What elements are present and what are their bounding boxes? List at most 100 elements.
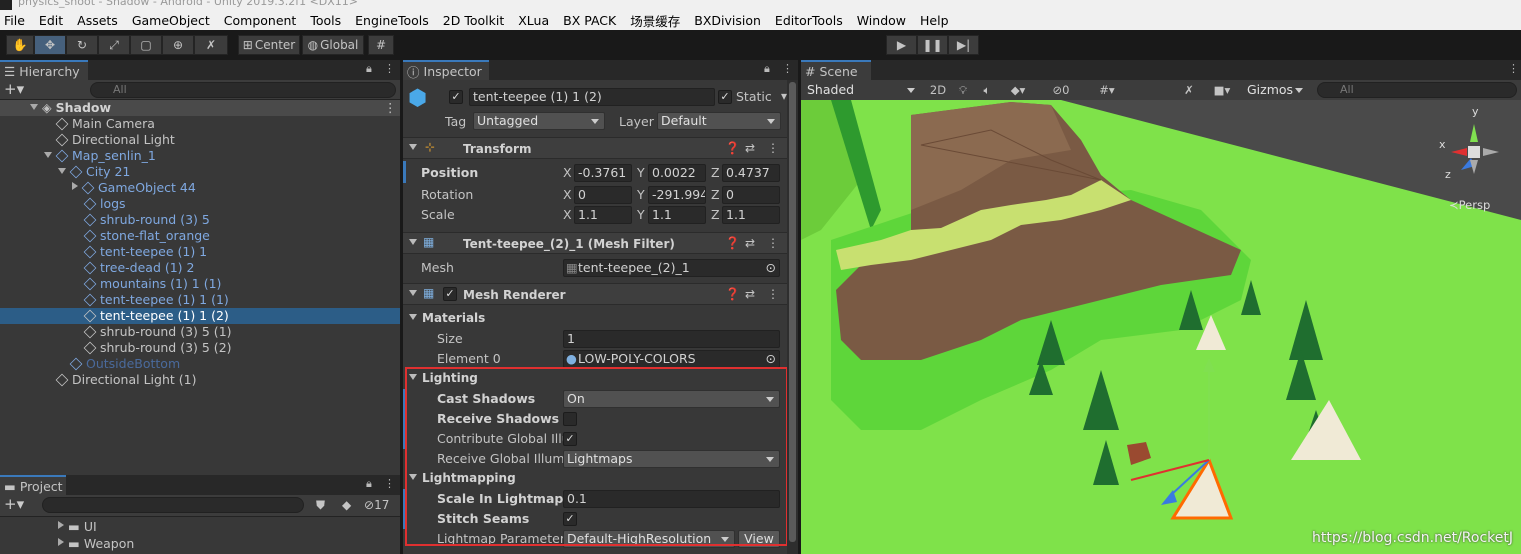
transform-tool-button[interactable]: ⊕ [162, 35, 194, 55]
folder-row[interactable]: ▬ UI [0, 519, 400, 535]
preset-icon[interactable]: ⇄ [745, 287, 755, 301]
shading-mode-dropdown[interactable]: Shaded [803, 81, 921, 99]
hierarchy-item[interactable]: Directional Light [0, 132, 400, 148]
position-y-field[interactable]: 0.0022 [648, 164, 706, 182]
menu-bx-pack[interactable]: BX PACK [556, 13, 623, 28]
mesh-object-field[interactable]: ▦ tent-teepee_(2)_1 ⊙ [563, 259, 780, 277]
position-z-field[interactable]: 0.4737 [722, 164, 780, 182]
play-button[interactable]: ▶ [886, 35, 917, 55]
help-icon[interactable]: ❓ [725, 287, 740, 301]
hierarchy-item[interactable]: Main Camera [0, 116, 400, 132]
rotate-tool-button[interactable]: ↻ [66, 35, 98, 55]
size-field[interactable]: 1 [563, 330, 780, 348]
lock-icon[interactable]: 🔒︎ [366, 62, 372, 76]
layer-dropdown[interactable]: Default [657, 112, 781, 130]
expand-arrow-icon[interactable] [58, 168, 66, 174]
effects-dropdown[interactable]: ◆▾ [1001, 81, 1035, 99]
scale-tool-button[interactable]: ⤢ [98, 35, 130, 55]
more-icon[interactable]: ⋮ [384, 62, 395, 75]
object-name-field[interactable]: tent-teepee (1) 1 (2) [469, 88, 715, 106]
component-more-icon[interactable]: ⋮ [767, 141, 779, 155]
create-plus-icon[interactable]: +▾ [4, 80, 24, 98]
tag-dropdown[interactable]: Untagged [473, 112, 605, 130]
scrollbar-thumb[interactable] [789, 82, 796, 542]
static-checkbox[interactable]: ✓ [718, 90, 732, 104]
scale-z-field[interactable]: 1.1 [722, 206, 780, 224]
hierarchy-item[interactable]: Map_senlin_1 [0, 148, 400, 164]
menu-enginetools[interactable]: EngineTools [348, 13, 436, 28]
hierarchy-item[interactable]: shrub-round (3) 5 (1) [0, 324, 400, 340]
hierarchy-item[interactable]: shrub-round (3) 5 [0, 212, 400, 228]
rotation-y-field[interactable]: -291.994 [648, 186, 706, 204]
mesh-renderer-enabled-checkbox[interactable]: ✓ [443, 287, 457, 301]
menu-edit[interactable]: Edit [32, 13, 70, 28]
mesh-renderer-header[interactable]: ▦ ✓ Mesh Renderer ❓ ⇄ ⋮ [403, 283, 793, 305]
filter-type-icon[interactable]: ⛊ [316, 498, 325, 513]
hierarchy-item[interactable]: GameObject 44 [0, 180, 400, 196]
hierarchy-search-input[interactable]: All [90, 82, 396, 98]
material-object-field[interactable]: ● LOW-POLY-COLORS ⊙ [563, 350, 780, 368]
component-more-icon[interactable]: ⋮ [767, 236, 779, 250]
active-checkbox[interactable]: ✓ [449, 90, 463, 104]
menu-help[interactable]: Help [913, 13, 956, 28]
position-x-field[interactable]: -0.3761 [574, 164, 632, 182]
scale-x-field[interactable]: 1.1 [574, 206, 632, 224]
inspector-scrollbar[interactable] [787, 80, 798, 554]
hierarchy-item[interactable]: tent-teepee (1) 1 (2) [0, 308, 400, 324]
rect-tool-button[interactable]: ▢ [130, 35, 162, 55]
menu-window[interactable]: Window [850, 13, 913, 28]
hand-tool-button[interactable]: ✋ [6, 35, 34, 55]
snap-button[interactable]: # [368, 35, 394, 55]
expand-arrow-icon[interactable] [44, 152, 52, 158]
object-picker-icon[interactable]: ⊙ [766, 260, 776, 276]
audio-toggle[interactable]: 🔈︎ [977, 81, 997, 99]
menu-bxdivision[interactable]: BXDivision [687, 13, 768, 28]
project-lock-icon[interactable]: 🔒︎ [366, 477, 372, 491]
step-button[interactable]: ▶| [948, 35, 979, 55]
inspector-lock-icon[interactable]: 🔒︎ [764, 62, 770, 76]
scene-viewport[interactable]: y x z ≺Persp https://blog.csdn.net/Rocke… [801, 100, 1521, 554]
scene-row[interactable]: ◈ Shadow ⋮ [0, 100, 400, 116]
hierarchy-item[interactable]: logs [0, 196, 400, 212]
projection-toggle[interactable]: ≺Persp [1449, 198, 1490, 212]
pause-button[interactable]: ❚❚ [917, 35, 948, 55]
help-icon[interactable]: ❓ [725, 141, 740, 155]
hidden-packages-icon[interactable]: ⊘17 [364, 498, 389, 512]
grid-dropdown[interactable]: #▾ [1087, 81, 1127, 99]
transform-header[interactable]: ⊹ Transform ❓ ⇄ ⋮ [403, 137, 793, 159]
folder-row[interactable]: ▬ Weapon [0, 536, 400, 552]
rotation-x-field[interactable]: 0 [574, 186, 632, 204]
label-filter-icon[interactable]: ◆ [342, 498, 351, 512]
hierarchy-item[interactable]: City 21 [0, 164, 400, 180]
hierarchy-item[interactable]: Directional Light (1) [0, 372, 400, 388]
hierarchy-item[interactable]: shrub-round (3) 5 (2) [0, 340, 400, 356]
hierarchy-item[interactable]: tree-dead (1) 2 [0, 260, 400, 276]
menu-component[interactable]: Component [217, 13, 304, 28]
hierarchy-item[interactable]: stone-flat_orange [0, 228, 400, 244]
scene-more-icon[interactable]: ⋮ [1508, 62, 1519, 75]
scene-search-input[interactable]: All [1317, 82, 1517, 98]
project-search-input[interactable] [42, 497, 304, 513]
inspector-more-icon[interactable]: ⋮ [782, 62, 793, 75]
tab-inspector[interactable]: ⓘ Inspector [403, 60, 489, 80]
tab-project[interactable]: ▬ Project [0, 475, 66, 495]
component-more-icon[interactable]: ⋮ [767, 287, 779, 301]
custom-tool-button[interactable]: ✗ [194, 35, 228, 55]
hierarchy-item[interactable]: tent-teepee (1) 1 (1) [0, 292, 400, 308]
menu-gameobject[interactable]: GameObject [125, 13, 217, 28]
hierarchy-item[interactable]: mountains (1) 1 (1) [0, 276, 400, 292]
preset-icon[interactable]: ⇄ [745, 236, 755, 250]
project-create-plus-icon[interactable]: +▾ [4, 495, 24, 513]
object-picker-icon[interactable]: ⊙ [766, 351, 776, 367]
menu-assets[interactable]: Assets [70, 13, 125, 28]
hierarchy-item[interactable]: OutsideBottom [0, 356, 400, 372]
camera-dropdown[interactable]: ■▾ [1205, 81, 1239, 99]
menu-file[interactable]: File [0, 13, 32, 28]
preset-icon[interactable]: ⇄ [745, 141, 755, 155]
help-icon[interactable]: ❓ [725, 236, 740, 250]
tab-hierarchy[interactable]: ☰ Hierarchy [0, 60, 88, 80]
menu-tools[interactable]: Tools [303, 13, 348, 28]
hidden-objects-toggle[interactable]: ⊘ 0 [1039, 81, 1083, 99]
pivot-toggle[interactable]: ⊞ Center [238, 35, 300, 55]
menu-editortools[interactable]: EditorTools [768, 13, 850, 28]
